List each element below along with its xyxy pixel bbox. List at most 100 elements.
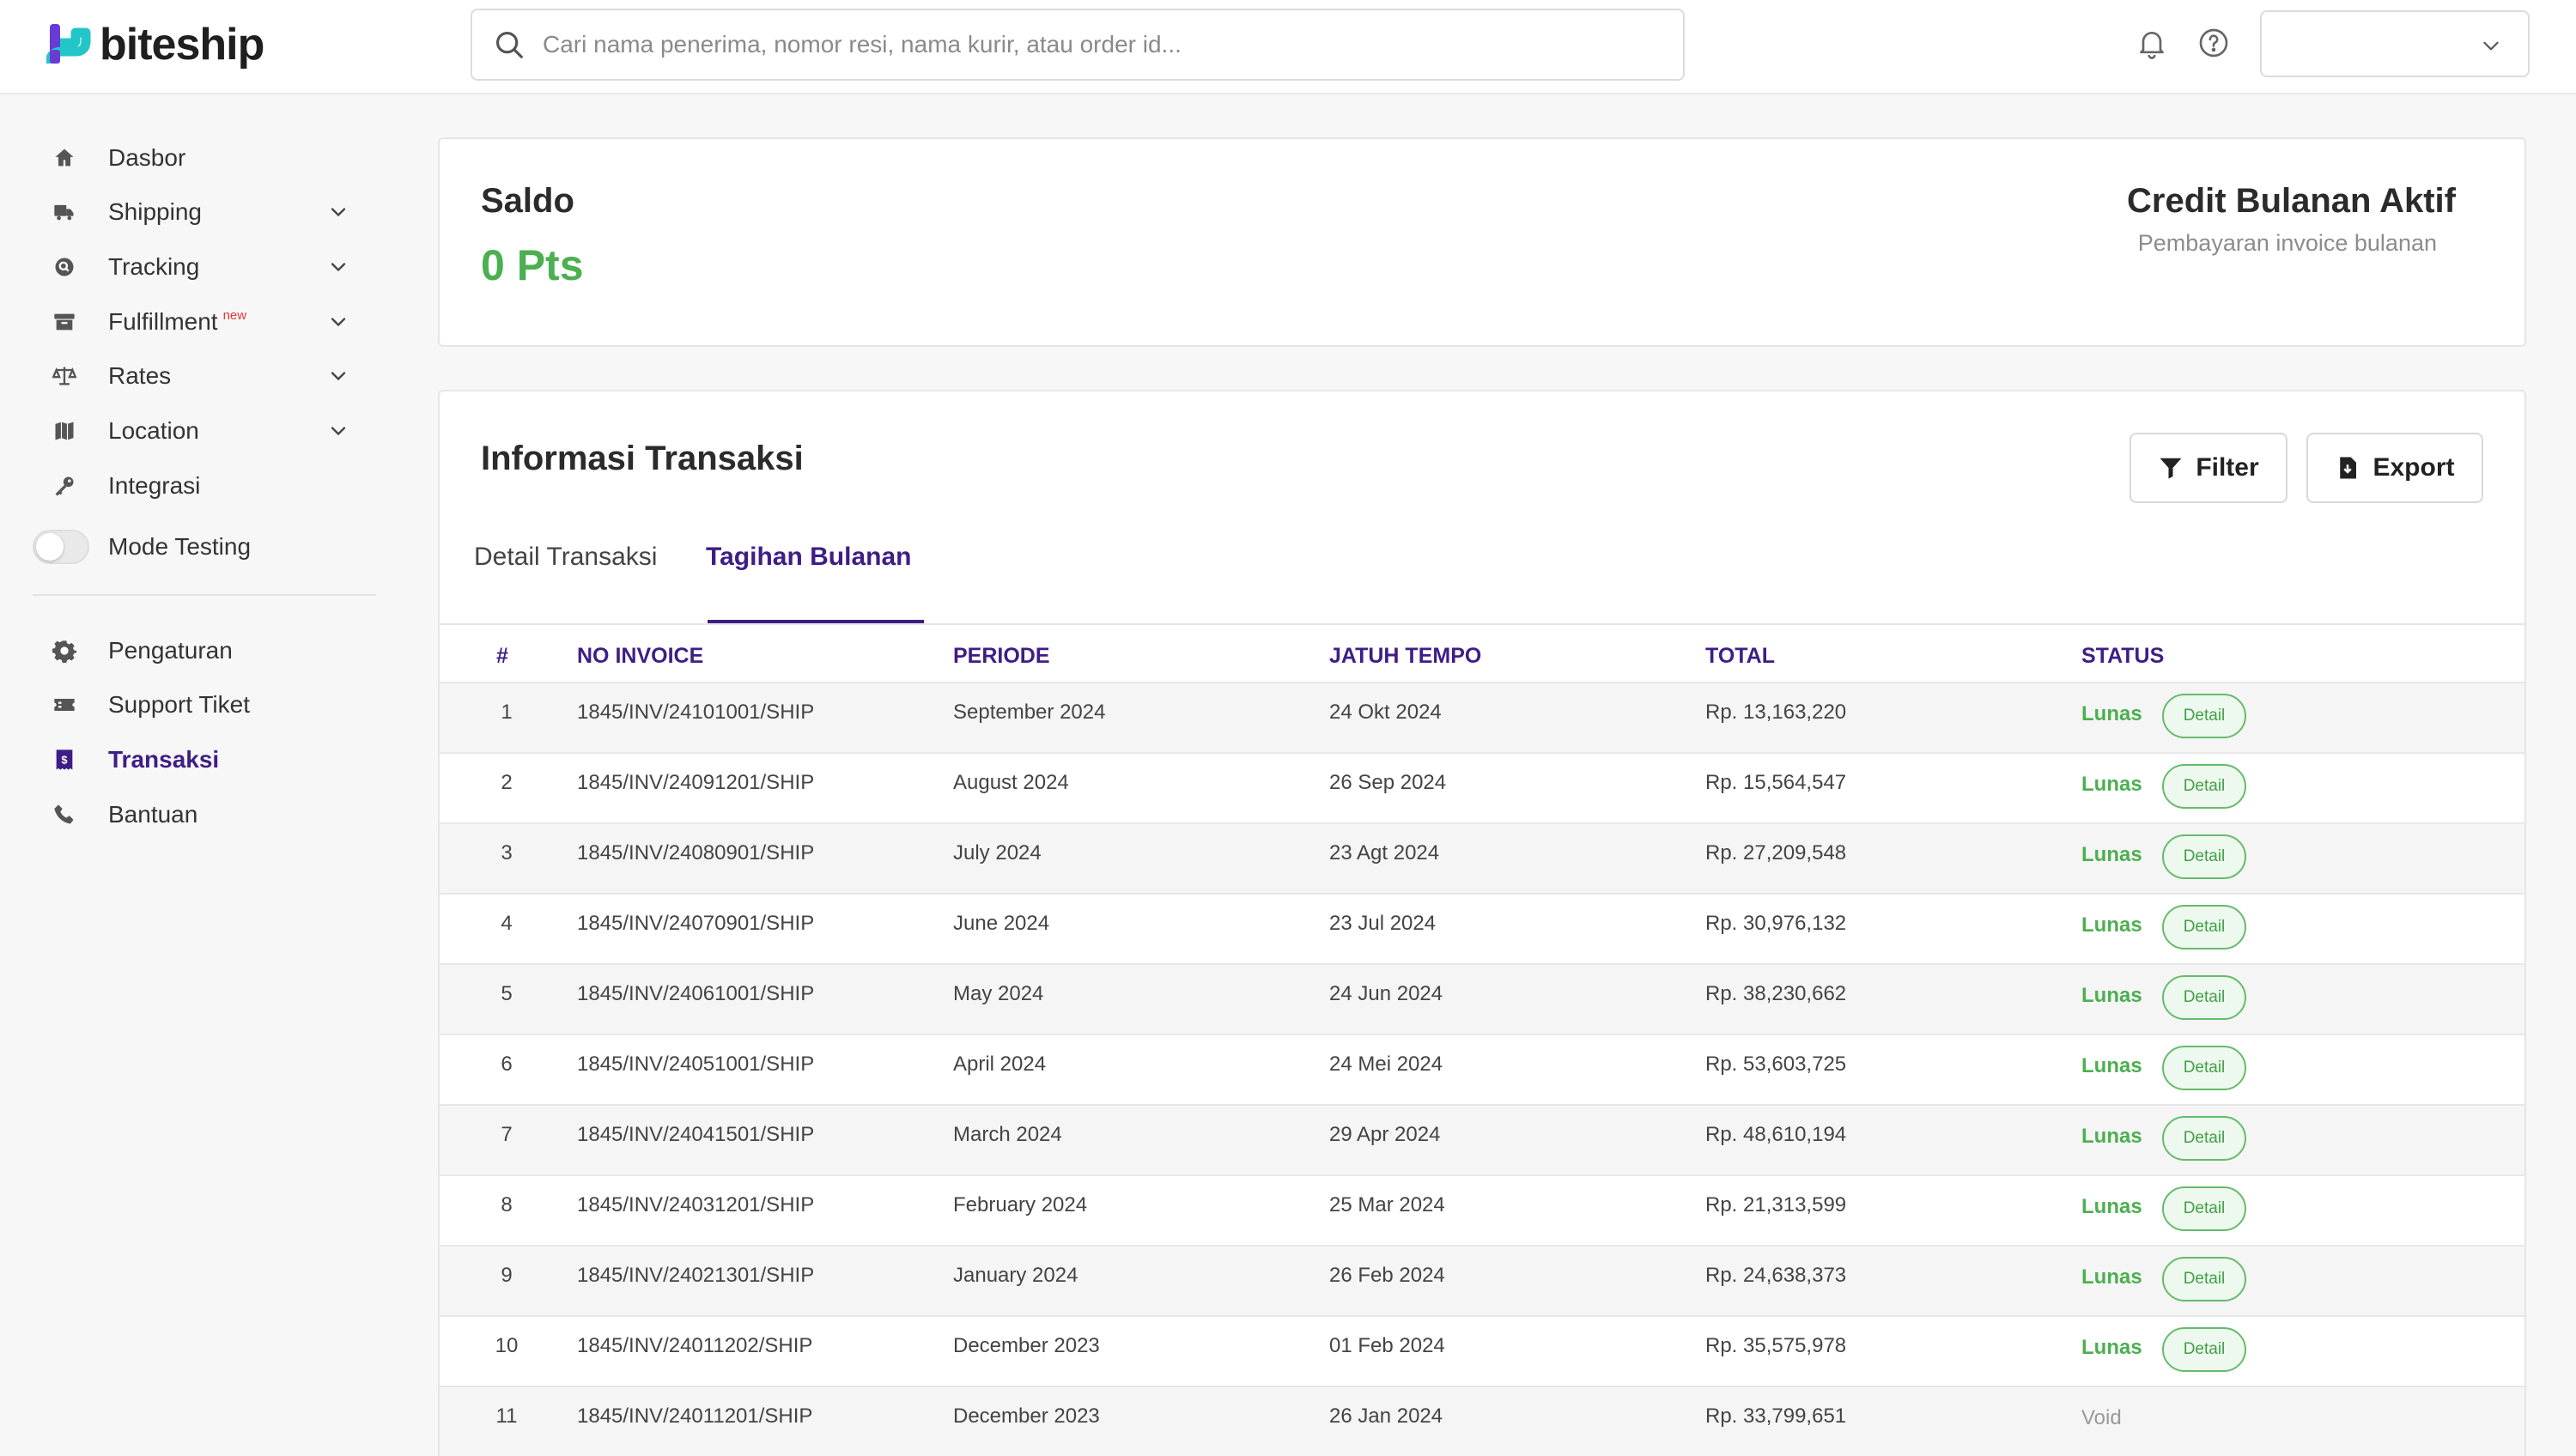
transactions-card: Informasi Transaksi Filter Export Detail… [438,390,2526,1456]
row-number-cell: 4 [501,912,513,935]
receipt-icon: $ [52,747,77,773]
tab-detail-transaksi[interactable]: Detail Transaksi [474,532,657,601]
sidebar-item-support-tiket[interactable]: Support Tiket [52,683,361,726]
filter-icon [2160,458,2182,479]
jatuh-tempo-cell: 01 Feb 2024 [1329,1334,1445,1357]
status-badge: Lunas [2081,843,2142,866]
invoice-number-cell: 1845/INV/24031201/SHIP [577,1193,815,1216]
total-cell: Rp. 15,564,547 [1705,771,1847,794]
detail-button[interactable]: Detail [2162,694,2246,738]
chevron-down-icon [331,318,346,327]
sidebar-item-fulfillment[interactable]: Fulfillment new [52,300,361,343]
detail-button[interactable]: Detail [2162,834,2246,879]
detail-button[interactable]: Detail [2162,1116,2246,1161]
sidebar-item-label: Shipping [108,198,202,225]
invoice-number-cell: 1845/INV/24041501/SHIP [577,1123,815,1146]
transactions-title: Informasi Transaksi [481,440,804,477]
search-input[interactable] [543,31,1659,58]
detail-button[interactable]: Detail [2162,1186,2246,1231]
table-row: 9 1845/INV/24021301/SHIP January 2024 26 Fe… [440,1247,2524,1317]
detail-button[interactable]: Detail [2162,764,2246,809]
jatuh-tempo-cell: 24 Okt 2024 [1329,701,1442,724]
tab-tagihan-bulanan[interactable]: Tagihan Bulanan [706,532,911,601]
truck-icon [52,199,77,225]
detail-button[interactable]: Detail [2162,905,2246,949]
periode-cell: September 2024 [953,701,1106,724]
status-badge: Lunas [2081,1265,2142,1289]
sidebar-item-location[interactable]: Location [52,410,361,452]
invoice-number-cell: 1845/INV/24021301/SHIP [577,1264,815,1287]
brand-name: biteship [100,20,264,70]
sidebar-item-rates[interactable]: Rates [52,355,361,397]
table-row: 5 1845/INV/24061001/SHIP May 2024 24 Jun 20… [440,965,2524,1035]
row-number-cell: 11 [495,1404,518,1428]
row-number-cell: 8 [501,1193,513,1216]
svg-text:$: $ [61,754,67,767]
periode-cell: February 2024 [953,1193,1088,1216]
invoice-number-cell: 1845/INV/24091201/SHIP [577,771,815,794]
table-row: 1 1845/INV/24101001/SHIP September 2024 24 … [440,683,2524,754]
total-cell: Rp. 38,230,662 [1705,982,1847,1005]
total-cell: Rp. 48,610,194 [1705,1123,1847,1146]
sidebar: Dasbor Shipping Tracking Fulfillment new … [0,94,412,1456]
sidebar-item-tracking[interactable]: Tracking [52,246,361,288]
status-badge: Lunas [2081,773,2142,796]
sidebar-item-label: Integrasi [108,472,201,499]
status-badge: Lunas [2081,1054,2142,1077]
credit-subtitle: Pembayaran invoice bulanan [2137,230,2437,256]
row-number-cell: 10 [495,1334,519,1357]
export-button[interactable]: Export [2306,433,2483,503]
row-number-cell: 3 [501,841,513,864]
table-row: 4 1845/INV/24070901/SHIP June 2024 23 Jul 2… [440,895,2524,965]
detail-button[interactable]: Detail [2162,1046,2246,1090]
table-row: 11 1845/INV/24011201/SHIP December 2023 26 … [440,1387,2524,1456]
row-number-cell: 5 [501,982,513,1005]
sidebar-item-pengaturan[interactable]: Pengaturan [52,629,361,672]
invoice-number-cell: 1845/INV/24051001/SHIP [577,1053,815,1076]
total-cell: Rp. 35,575,978 [1705,1334,1847,1357]
sidebar-item-transaksi[interactable]: $ Transaksi [52,738,361,781]
sidebar-item-dasbor[interactable]: Dasbor [52,136,361,179]
global-search[interactable] [471,9,1685,81]
table-row: 6 1845/INV/24051001/SHIP April 2024 24 Mei … [440,1035,2524,1106]
saldo-title: Saldo [481,182,574,220]
gear-icon [52,638,77,664]
new-badge: new [222,308,247,323]
sidebar-item-label: Support Tiket [108,691,250,718]
sidebar-item-label: Transaksi [108,746,220,773]
chevron-down-icon [331,372,346,381]
phone-icon [52,802,77,828]
detail-button[interactable]: Detail [2162,975,2246,1020]
sidebar-item-shipping[interactable]: Shipping [52,191,361,234]
sidebar-item-integrasi[interactable]: Integrasi [52,464,361,507]
map-icon [52,418,77,444]
status-badge: Void [2081,1406,2122,1429]
status-badge: Lunas [2081,913,2142,937]
table-row: 2 1845/INV/24091201/SHIP August 2024 26 Sep… [440,754,2524,824]
jatuh-tempo-cell: 26 Sep 2024 [1329,771,1447,794]
invoice-number-cell: 1845/INV/24011201/SHIP [577,1404,813,1428]
filter-button[interactable]: Filter [2129,433,2287,503]
filter-button-label: Filter [2196,453,2259,482]
sidebar-divider [33,594,376,596]
column-header-jatuh-tempo: JATUH TEMPO [1329,644,1482,668]
mode-testing-toggle[interactable] [33,530,89,564]
jatuh-tempo-cell: 26 Feb 2024 [1329,1264,1445,1287]
brand-logo[interactable]: biteship [46,19,264,70]
bell-icon[interactable] [2135,26,2169,60]
account-dropdown[interactable] [2260,10,2530,77]
periode-cell: July 2024 [953,841,1042,864]
total-cell: Rp. 33,799,651 [1705,1404,1847,1428]
row-number-cell: 7 [501,1123,513,1146]
mode-testing-row: Mode Testing [33,525,361,568]
jatuh-tempo-cell: 29 Apr 2024 [1329,1123,1441,1146]
status-badge: Lunas [2081,1195,2142,1218]
periode-cell: December 2023 [953,1334,1100,1357]
detail-button[interactable]: Detail [2162,1257,2246,1301]
sidebar-item-bantuan[interactable]: Bantuan [52,793,361,836]
help-icon[interactable] [2196,26,2231,60]
detail-button[interactable]: Detail [2162,1327,2246,1372]
total-cell: Rp. 24,638,373 [1705,1264,1847,1287]
biteship-logo-icon [46,24,91,64]
jatuh-tempo-cell: 26 Jan 2024 [1329,1404,1443,1428]
